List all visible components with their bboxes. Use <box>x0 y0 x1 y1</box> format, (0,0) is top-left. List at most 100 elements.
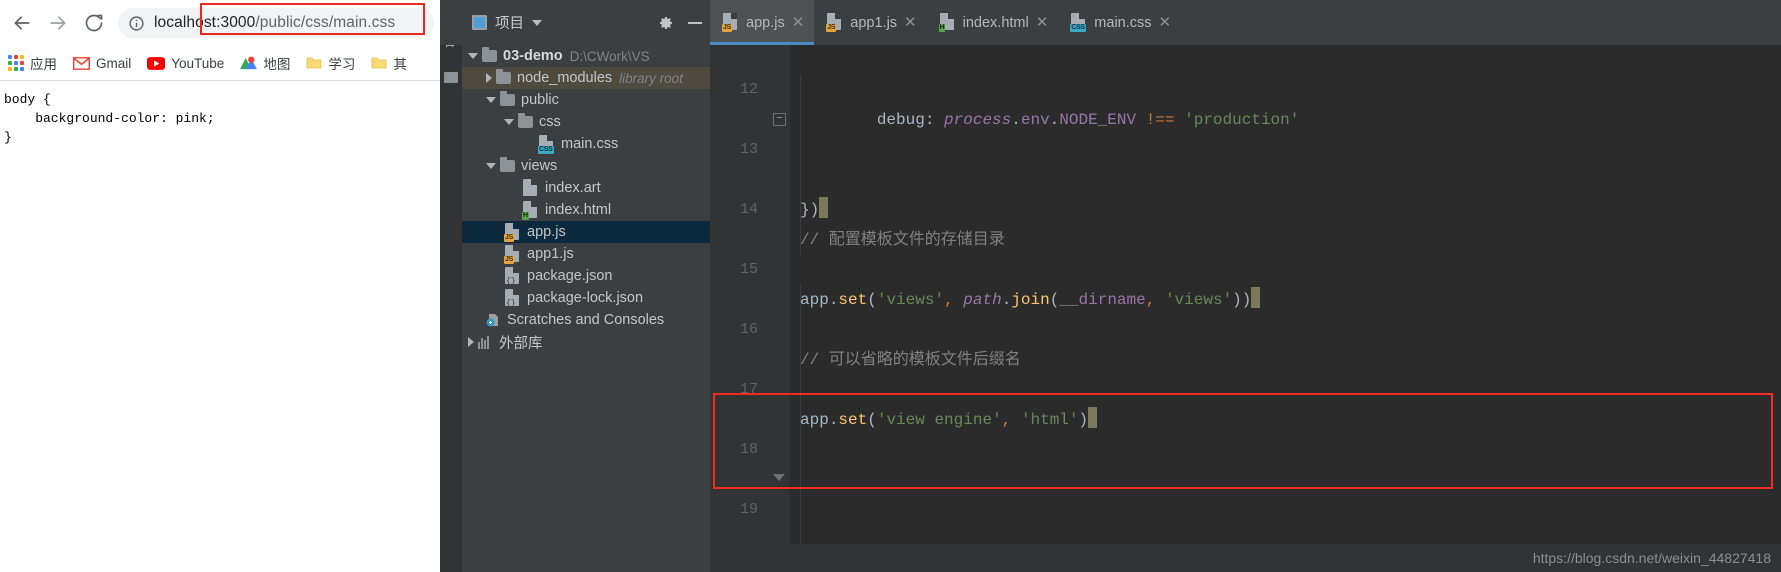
file-badge: JS <box>504 233 514 242</box>
close-icon[interactable]: ✕ <box>1159 15 1172 30</box>
url-host: localhost:3000 <box>154 14 256 31</box>
file-badge: H <box>938 24 946 32</box>
bookmark-youtube[interactable]: YouTube <box>147 56 224 71</box>
tree-row-package-lock-json[interactable]: {} package-lock.json <box>462 287 710 309</box>
back-icon[interactable] <box>6 7 38 39</box>
code-line: 16 // 可以省略的模板文件后缀名 <box>710 285 1781 369</box>
tree-row-app-js[interactable]: JS app.js <box>462 221 710 243</box>
chevron-right-icon[interactable] <box>468 337 474 347</box>
gmail-icon <box>73 56 90 70</box>
code-line: 17 app.set('view engine', 'html') <box>710 345 1781 429</box>
chevron-down-icon[interactable] <box>486 163 496 169</box>
file-badge: CSS <box>538 145 554 154</box>
bookmark-label: 应用 <box>30 57 57 72</box>
info-circle-icon[interactable] <box>128 15 145 32</box>
project-panel-title: 项目 <box>495 16 524 32</box>
code-line: 15 app.set('views', path.join(__dirname,… <box>710 225 1781 309</box>
chevron-down-icon[interactable] <box>468 53 478 59</box>
tree-row-index-html[interactable]: H index.html <box>462 199 710 221</box>
file-js-icon: JS <box>722 13 739 32</box>
code-line: 14 // 配置模板文件的存储目录 <box>710 165 1781 249</box>
bookmark-study[interactable]: 学习 <box>306 53 355 73</box>
line-number: 12 <box>739 81 758 98</box>
fold-collapse-icon[interactable]: − <box>773 113 786 126</box>
tree-label: package.json <box>527 268 613 284</box>
tab-app-js[interactable]: JS app.js ✕ <box>710 0 815 45</box>
chevron-down-icon[interactable] <box>486 97 496 103</box>
folder-icon <box>496 69 511 84</box>
code-line: 19 // Express 单独提供了一个内置的中间件：托管静态资源 <box>710 465 1781 572</box>
bookmark-apps[interactable]: 应用 <box>8 53 57 73</box>
tab-label: index.html <box>962 14 1029 31</box>
screenshot-root: localhost:3000/public/css/main.css 应用 Gm… <box>0 0 1781 572</box>
tree-row-package-json[interactable]: {} package.json <box>462 265 710 287</box>
file-css-icon: CSS <box>1070 13 1087 32</box>
tree-label: main.css <box>561 136 619 152</box>
fold-collapse-icon[interactable] <box>773 474 785 481</box>
folder-icon[interactable] <box>444 72 458 83</box>
file-badge: JS <box>504 255 514 264</box>
project-tree: 03-demo D:\CWork\VS node_modules library… <box>462 45 710 572</box>
close-icon[interactable]: ✕ <box>904 15 917 30</box>
close-icon[interactable]: ✕ <box>1036 15 1049 30</box>
bookmark-maps[interactable]: 地图 <box>240 53 290 73</box>
page-content-css-text: body { background-color: pink; } <box>0 81 440 572</box>
bookmark-gmail[interactable]: Gmail <box>73 56 131 71</box>
tree-label: public <box>521 92 559 108</box>
address-bar[interactable]: localhost:3000/public/css/main.css <box>118 8 434 38</box>
tree-row-app1-js[interactable]: JS app1.js <box>462 243 710 265</box>
code-line: 12 debug: process.env.NODE_ENV !== 'prod… <box>710 45 1781 129</box>
code-lines[interactable]: 12 debug: process.env.NODE_ENV !== 'prod… <box>710 45 1781 572</box>
webstorm-window: 1: Project 项目 JS <box>440 0 1781 572</box>
gear-icon[interactable] <box>658 15 674 31</box>
forward-icon[interactable] <box>42 7 74 39</box>
tree-row-03-demo[interactable]: 03-demo D:\CWork\VS <box>462 45 710 67</box>
bookmarks-bar: 应用 Gmail YouTube 地图 学习 其 <box>0 46 440 80</box>
close-icon[interactable]: ✕ <box>792 15 805 30</box>
tree-label: app1.js <box>527 246 574 262</box>
code-line: 13 − }) <box>710 105 1781 219</box>
code-line: 18 <box>710 405 1781 458</box>
tool-window-strip: 1: Project <box>440 0 462 572</box>
folder-icon <box>306 56 322 70</box>
file-js-icon: JS <box>504 244 521 264</box>
text-caret <box>819 197 829 218</box>
watermark-text: https://blog.csdn.net/weixin_44827418 <box>1532 550 1771 566</box>
tree-row-external-libraries[interactable]: 外部库 <box>462 331 710 353</box>
chevron-down-icon[interactable] <box>504 119 514 125</box>
folder-icon <box>500 157 515 172</box>
tree-label: views <box>521 158 558 174</box>
file-art-icon <box>522 178 539 198</box>
editor-tab-bar: JS app.js ✕ JS app1.js ✕ H index.html ✕ … <box>710 0 1781 45</box>
bookmark-other[interactable]: 其 <box>371 53 407 73</box>
code-editor[interactable]: 12 debug: process.env.NODE_ENV !== 'prod… <box>710 45 1781 572</box>
line-number: 13 <box>739 141 758 158</box>
folder-icon <box>482 47 497 62</box>
url-text: localhost:3000/public/css/main.css <box>154 14 395 32</box>
minimize-icon[interactable] <box>688 21 702 24</box>
browser-toolbar: localhost:3000/public/css/main.css <box>0 0 440 46</box>
tab-app1-js[interactable]: JS app1.js ✕ <box>814 0 927 45</box>
chevron-right-icon[interactable] <box>486 73 492 83</box>
tree-label: Scratches and Consoles <box>507 312 665 328</box>
tab-label: app1.js <box>850 14 898 31</box>
tree-row-main-css[interactable]: CSS main.css <box>462 133 710 155</box>
tree-row-index-art[interactable]: index.art <box>462 177 710 199</box>
maps-icon <box>240 56 258 71</box>
tree-row-node-modules[interactable]: node_modules library root <box>462 67 710 89</box>
bookmark-label: 学习 <box>328 57 356 72</box>
tree-project-path: D:\CWork\VS <box>569 48 650 64</box>
tree-row-views[interactable]: views <box>462 155 710 177</box>
chevron-down-icon[interactable] <box>532 19 542 26</box>
url-path: /public/css/main.css <box>255 14 396 31</box>
reload-icon[interactable] <box>78 7 110 39</box>
tree-row-css[interactable]: css <box>462 111 710 133</box>
tree-label: app.js <box>527 224 566 240</box>
tab-index-html[interactable]: H index.html ✕ <box>926 0 1059 45</box>
tree-row-scratches-and-consoles[interactable]: Scratches and Consoles <box>462 309 710 331</box>
tree-row-public[interactable]: public <box>462 89 710 111</box>
ide-top-bar: 项目 JS app.js ✕ JS app1.js ✕ H index.html… <box>440 0 1781 45</box>
external-lib-icon <box>478 335 493 349</box>
tab-main-css[interactable]: CSS main.css ✕ <box>1058 0 1182 45</box>
apps-grid-icon <box>8 55 24 71</box>
